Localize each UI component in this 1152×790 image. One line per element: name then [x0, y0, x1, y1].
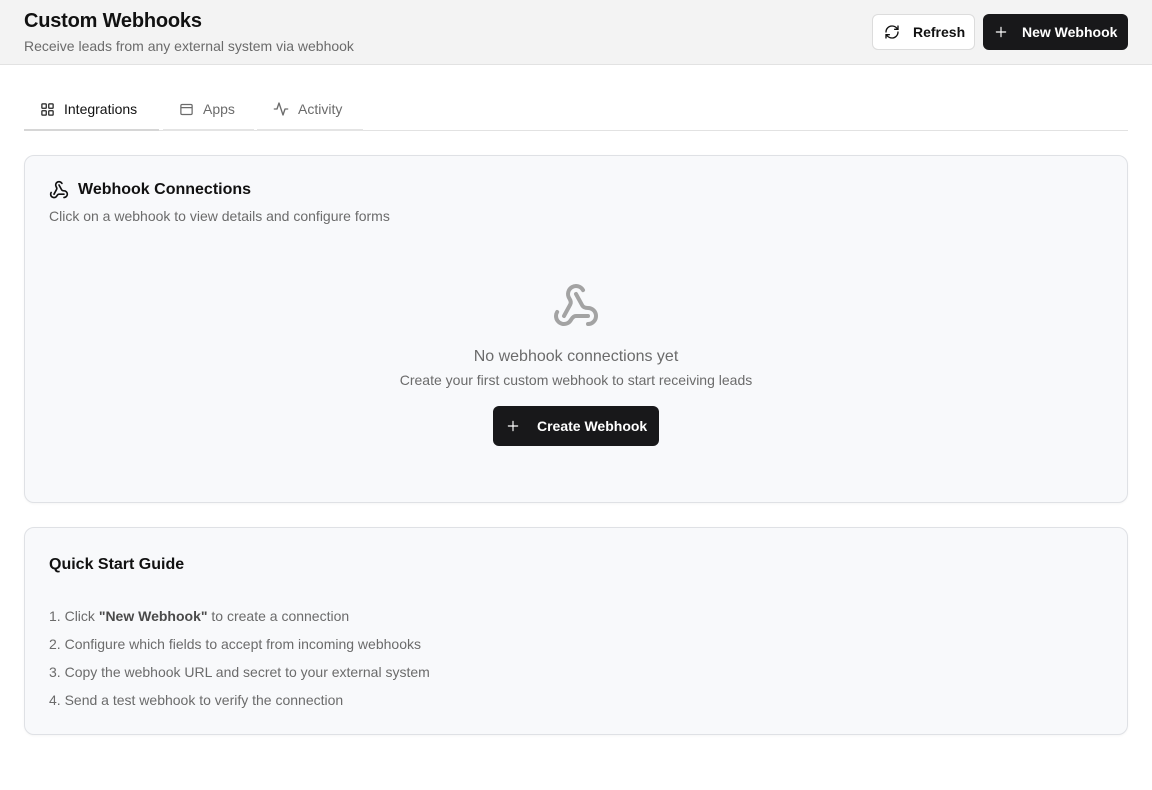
tab-bar: Integrations Apps Activity	[24, 88, 1128, 131]
plus-icon	[995, 26, 1007, 38]
page-subtitle: Receive leads from any external system v…	[24, 38, 354, 54]
guide-step: 4. Send a test webhook to verify the con…	[49, 692, 344, 708]
window-icon	[180, 103, 193, 115]
grid-icon	[41, 102, 54, 116]
tab-integrations[interactable]: Integrations	[24, 88, 159, 131]
guide-step: 2. Configure which fields to accept from…	[49, 636, 421, 652]
guide-step: 3. Copy the webhook URL and secret to yo…	[49, 664, 430, 680]
refresh-icon	[885, 25, 899, 39]
quick-start-guide-card: Quick Start Guide 1. Click "New Webhook"…	[24, 527, 1128, 735]
webhook-icon	[49, 180, 69, 199]
tab-apps[interactable]: Apps	[163, 88, 254, 131]
tab-activity[interactable]: Activity	[257, 88, 363, 131]
refresh-button[interactable]: Refresh	[872, 14, 975, 50]
page-header: Custom Webhooks Receive leads from any e…	[0, 0, 1152, 65]
empty-state-title: No webhook connections yet	[473, 348, 679, 365]
tab-integrations-label: Integrations	[64, 101, 138, 117]
quick-start-steps: 1. Click "New Webhook" to create a conne…	[49, 606, 430, 718]
create-webhook-button-label: Create Webhook	[537, 418, 648, 434]
webhook-connections-header: Webhook Connections	[49, 180, 251, 200]
tab-apps-label: Apps	[203, 101, 235, 117]
webhook-connections-description: Click on a webhook to view details and c…	[49, 208, 390, 224]
webhook-icon	[554, 284, 598, 326]
refresh-button-label: Refresh	[913, 24, 966, 40]
guide-step: 1. Click "New Webhook" to create a conne…	[49, 608, 350, 624]
webhook-connections-title: Webhook Connections	[78, 181, 252, 198]
webhook-connections-card: Webhook Connections Click on a webhook t…	[24, 155, 1128, 503]
create-webhook-button[interactable]: Create Webhook	[493, 406, 659, 446]
activity-icon	[273, 102, 289, 116]
empty-state-subtitle: Create your first custom webhook to star…	[399, 372, 753, 388]
page-title: Custom Webhooks	[24, 10, 202, 32]
new-webhook-button-label: New Webhook	[1022, 24, 1118, 40]
quick-start-guide-title: Quick Start Guide	[49, 556, 185, 573]
plus-icon	[507, 420, 519, 432]
tab-activity-label: Activity	[298, 101, 343, 117]
new-webhook-button[interactable]: New Webhook	[983, 14, 1128, 50]
